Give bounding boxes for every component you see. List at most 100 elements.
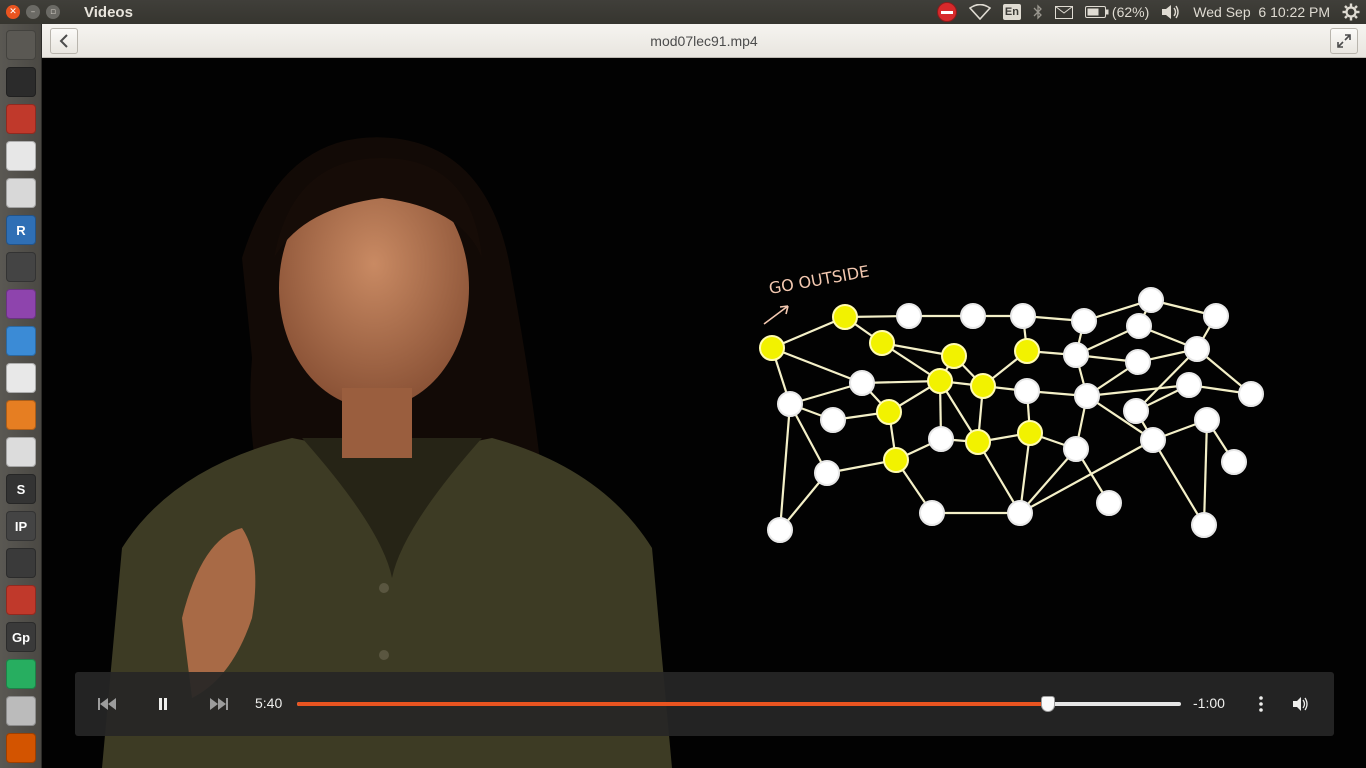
- previous-button[interactable]: [93, 690, 121, 718]
- network-node: [1074, 383, 1100, 409]
- network-node: [1191, 512, 1217, 538]
- network-node: [1123, 398, 1149, 424]
- launcher-impress-icon[interactable]: [6, 400, 36, 430]
- network-node: [777, 391, 803, 417]
- indicator-area: En (62%) Wed Sep 6 10:22 PM: [931, 0, 1366, 24]
- pause-button[interactable]: [149, 690, 177, 718]
- more-vertical-icon: [1259, 696, 1263, 712]
- launcher-stack-icon[interactable]: [6, 733, 36, 763]
- network-node-highlighted: [1017, 420, 1043, 446]
- keyboard-layout-label: En: [1002, 4, 1021, 20]
- launcher-r-studio-icon[interactable]: R: [6, 215, 36, 245]
- network-node: [1007, 500, 1033, 526]
- network-node: [1125, 349, 1151, 375]
- no-entry-icon: [936, 2, 957, 22]
- network-node: [849, 370, 875, 396]
- seek-bar[interactable]: [297, 696, 1181, 712]
- network-node: [919, 500, 945, 526]
- launcher-terminal-icon[interactable]: [6, 67, 36, 97]
- network-edge: [778, 403, 792, 531]
- skip-back-icon: [98, 698, 116, 710]
- network-node: [896, 303, 922, 329]
- network-node: [1238, 381, 1264, 407]
- network-node-highlighted: [759, 335, 785, 361]
- network-node: [1184, 336, 1210, 362]
- launcher-text-editor-icon[interactable]: [6, 437, 36, 467]
- network-edge: [771, 346, 863, 385]
- network-node: [1014, 378, 1040, 404]
- window-controls: ✕ – ▫: [6, 5, 60, 19]
- launcher-gmail-icon[interactable]: [6, 363, 36, 393]
- launcher-document-viewer-icon[interactable]: [6, 178, 36, 208]
- network-node-highlighted: [883, 447, 909, 473]
- network-edge: [1202, 419, 1209, 526]
- launcher-gephi-icon[interactable]: Gp: [6, 622, 36, 652]
- launcher-screen-recorder-icon[interactable]: [6, 289, 36, 319]
- time-elapsed: 5:40: [255, 695, 283, 711]
- annotation-arrow: [763, 305, 789, 325]
- pause-icon: [159, 698, 167, 710]
- keyboard-layout-indicator[interactable]: En: [997, 0, 1027, 24]
- network-node: [1063, 436, 1089, 462]
- wifi-icon: [968, 4, 991, 20]
- annotation-go-outside: GO OUTSIDE: [767, 262, 870, 298]
- launcher-chrome-icon[interactable]: [6, 141, 36, 171]
- launcher-dash-home-icon[interactable]: [6, 30, 36, 60]
- launcher-sublime-text-icon[interactable]: S: [6, 474, 36, 504]
- playback-controls: 5:40 -1:00: [75, 672, 1334, 736]
- network-node: [960, 303, 986, 329]
- network-edge: [1152, 439, 1205, 526]
- launcher-network-tool-icon[interactable]: [6, 548, 36, 578]
- launcher-writer-icon[interactable]: [6, 326, 36, 356]
- minimize-window-button[interactable]: –: [26, 5, 40, 19]
- skip-forward-icon: [210, 698, 228, 710]
- launcher-video-editor-icon[interactable]: [6, 252, 36, 282]
- next-button[interactable]: [205, 690, 233, 718]
- seek-handle[interactable]: [1041, 696, 1056, 712]
- more-options-button[interactable]: [1247, 690, 1275, 718]
- volume-icon: [1293, 697, 1308, 711]
- mail-indicator[interactable]: [1049, 0, 1079, 24]
- no-entry-indicator[interactable]: [931, 0, 963, 24]
- launcher-opera-icon[interactable]: [6, 585, 36, 615]
- top-panel: ✕ – ▫ Videos En (62%) Wed Sep 6 10:22 PM: [0, 0, 1366, 24]
- wifi-indicator[interactable]: [963, 0, 997, 24]
- launcher-calc-icon[interactable]: [6, 659, 36, 689]
- network-node: [1140, 427, 1166, 453]
- network-node: [767, 517, 793, 543]
- mail-icon: [1054, 5, 1073, 19]
- network-node: [928, 426, 954, 452]
- network-node: [1221, 449, 1247, 475]
- battery-percent: (62%): [1111, 4, 1150, 20]
- maximize-window-button[interactable]: ▫: [46, 5, 60, 19]
- volume-button[interactable]: [1287, 690, 1315, 718]
- launcher-ipython-icon[interactable]: IP: [6, 511, 36, 541]
- network-node-highlighted: [970, 373, 996, 399]
- volume-indicator[interactable]: [1155, 0, 1187, 24]
- network-diagram: [759, 287, 1264, 543]
- session-indicator[interactable]: [1336, 0, 1366, 24]
- network-node-highlighted: [941, 343, 967, 369]
- time-remaining: -1:00: [1193, 695, 1225, 711]
- network-node: [1194, 407, 1220, 433]
- network-node: [1010, 303, 1036, 329]
- header-bar: mod07lec91.mp4: [42, 24, 1366, 58]
- network-node: [1063, 342, 1089, 368]
- video-frame-canvas: GO OUTSIDE: [102, 137, 1264, 768]
- fullscreen-button[interactable]: [1330, 28, 1358, 54]
- clock[interactable]: Wed Sep 6 10:22 PM: [1187, 0, 1336, 24]
- network-node: [1203, 303, 1229, 329]
- bluetooth-indicator[interactable]: [1027, 0, 1049, 24]
- app-title: Videos: [84, 3, 133, 21]
- launcher-files-icon[interactable]: [6, 104, 36, 134]
- network-node-highlighted: [927, 368, 953, 394]
- battery-indicator[interactable]: (62%): [1079, 0, 1155, 24]
- launcher: R S IP Gp: [0, 24, 42, 768]
- network-node: [1176, 372, 1202, 398]
- network-node-highlighted: [876, 399, 902, 425]
- close-window-button[interactable]: ✕: [6, 5, 20, 19]
- battery-icon: [1084, 6, 1109, 18]
- video-file-title: mod07lec91.mp4: [650, 33, 758, 49]
- video-frame[interactable]: GO OUTSIDE: [42, 58, 1366, 768]
- launcher-drive-icon[interactable]: [6, 696, 36, 726]
